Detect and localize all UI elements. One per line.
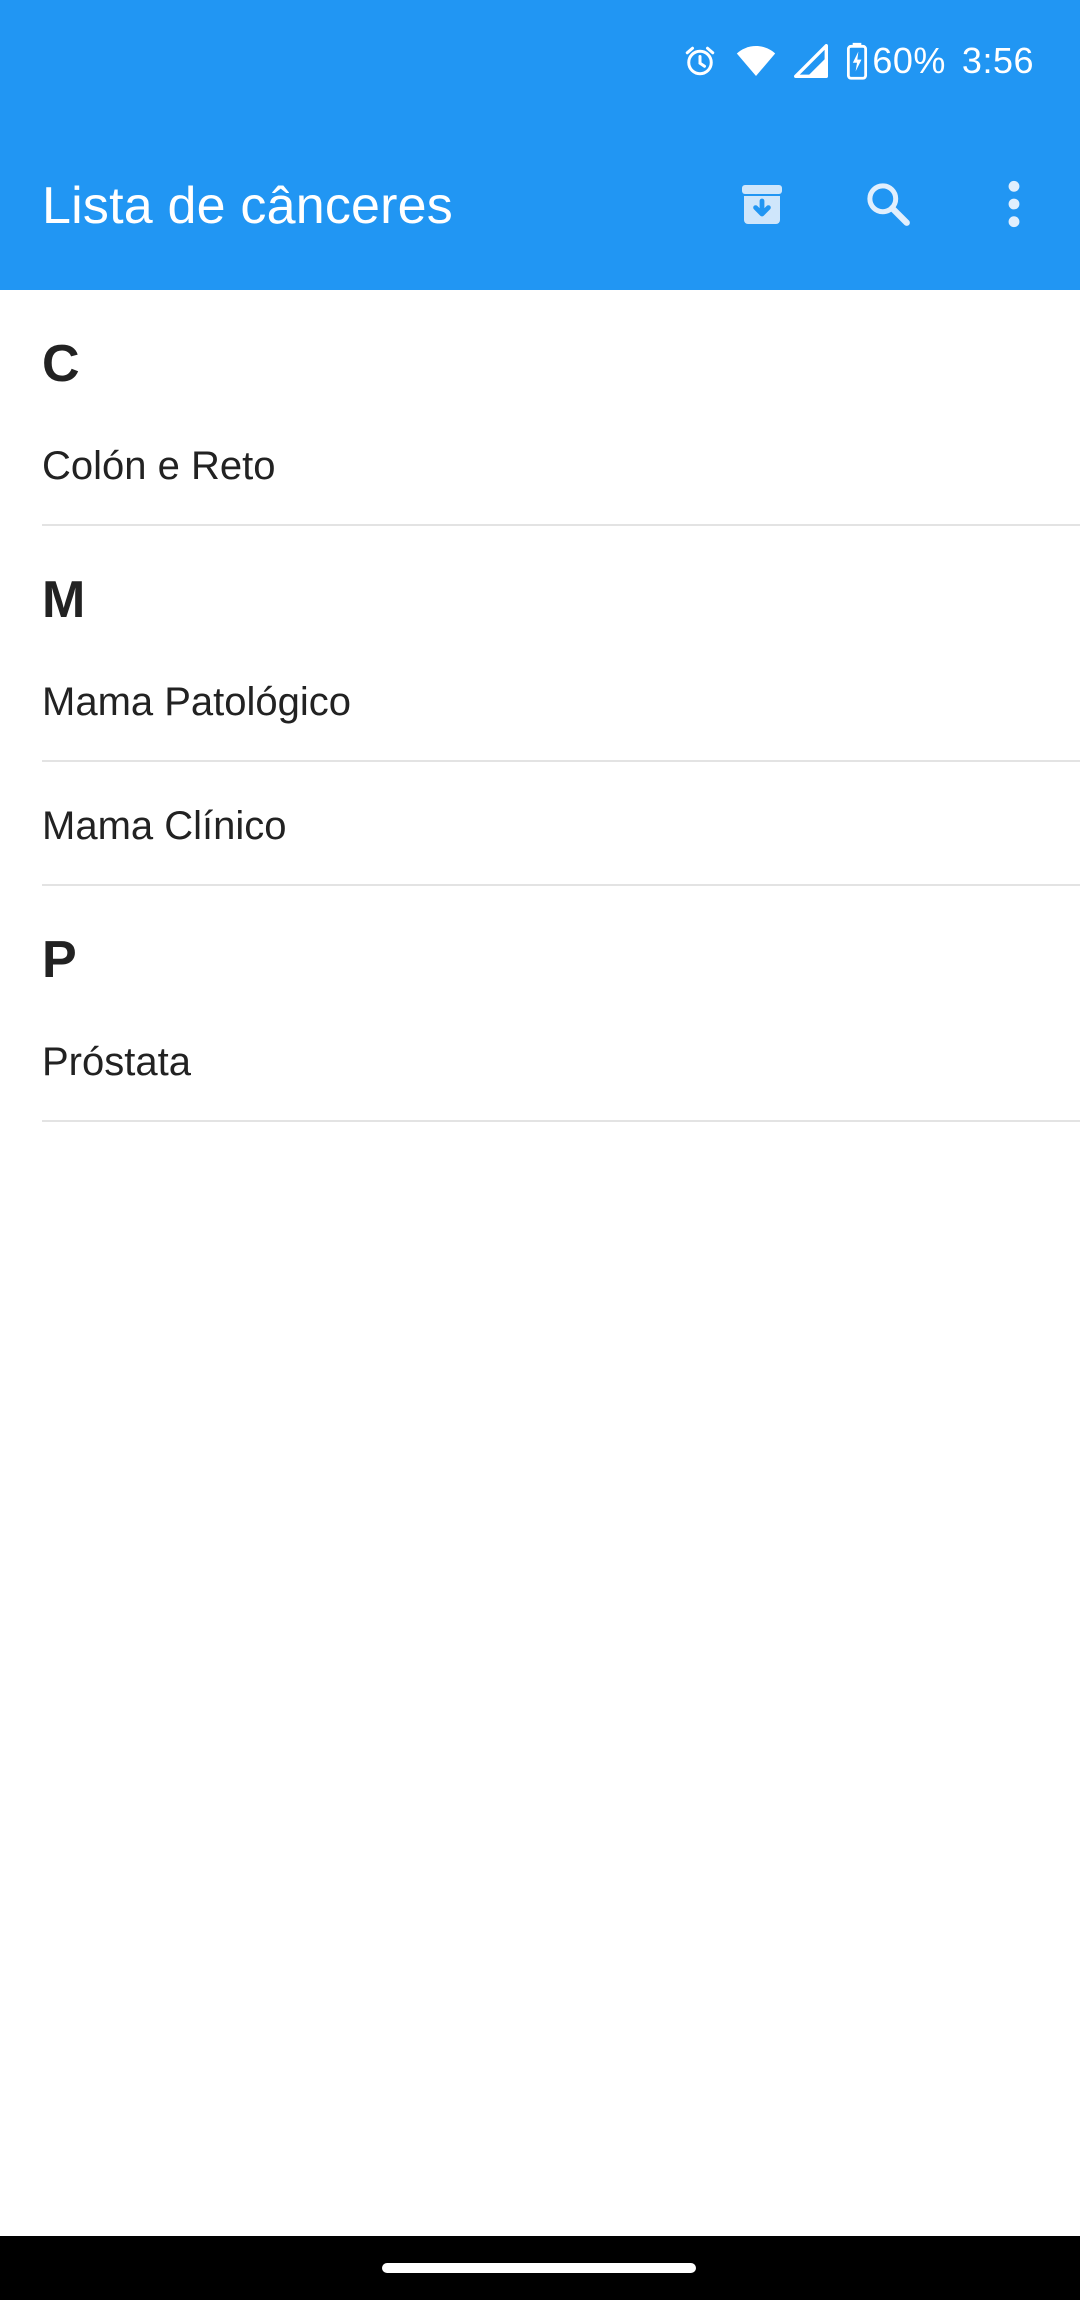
toolbar: Lista de cânceres [0,120,1080,290]
archive-download-icon [737,180,787,233]
battery-percentage: 60% [872,40,946,81]
more-vert-icon [1006,179,1022,234]
list-item-mama-clinico[interactable]: Mama Clínico [0,762,1080,886]
navigation-bar [0,2236,1080,2300]
battery-charging-icon [846,42,868,80]
section-letter: C [42,335,80,393]
search-button[interactable] [848,166,928,246]
list-item-prostata[interactable]: Próstata [0,998,1080,1122]
list-item-label: Próstata [42,1040,191,1084]
app-bar: 60% 3:56 Lista de cânceres [0,0,1080,290]
section-letter: P [42,931,77,989]
status-bar: 60% 3:56 [0,0,1080,120]
list-item-label: Colón e Reto [42,444,276,488]
cancer-list: C Colón e Reto M Mama Patológico Mama Cl… [0,290,1080,1122]
search-icon [863,179,913,234]
page-title: Lista de cânceres [42,177,453,235]
list-item-label: Mama Clínico [42,804,287,848]
section-header-c: C [0,290,1080,402]
wifi-icon [736,43,776,79]
home-gesture-handle[interactable] [382,2263,696,2273]
list-item-colon-e-reto[interactable]: Colón e Reto [0,402,1080,526]
section-header-p: P [0,886,1080,998]
cell-signal-icon [794,44,829,78]
status-icons: 60% 3:56 [664,38,1034,84]
section-letter: M [42,571,86,629]
divider [42,1120,1080,1122]
list-item-label: Mama Patológico [42,680,352,724]
status-clock: 3:56 [961,40,1034,81]
alarm-icon [682,43,718,79]
list-item-mama-patologico[interactable]: Mama Patológico [0,638,1080,762]
section-header-m: M [0,526,1080,638]
archive-button[interactable] [722,166,802,246]
more-options-button[interactable] [974,166,1054,246]
